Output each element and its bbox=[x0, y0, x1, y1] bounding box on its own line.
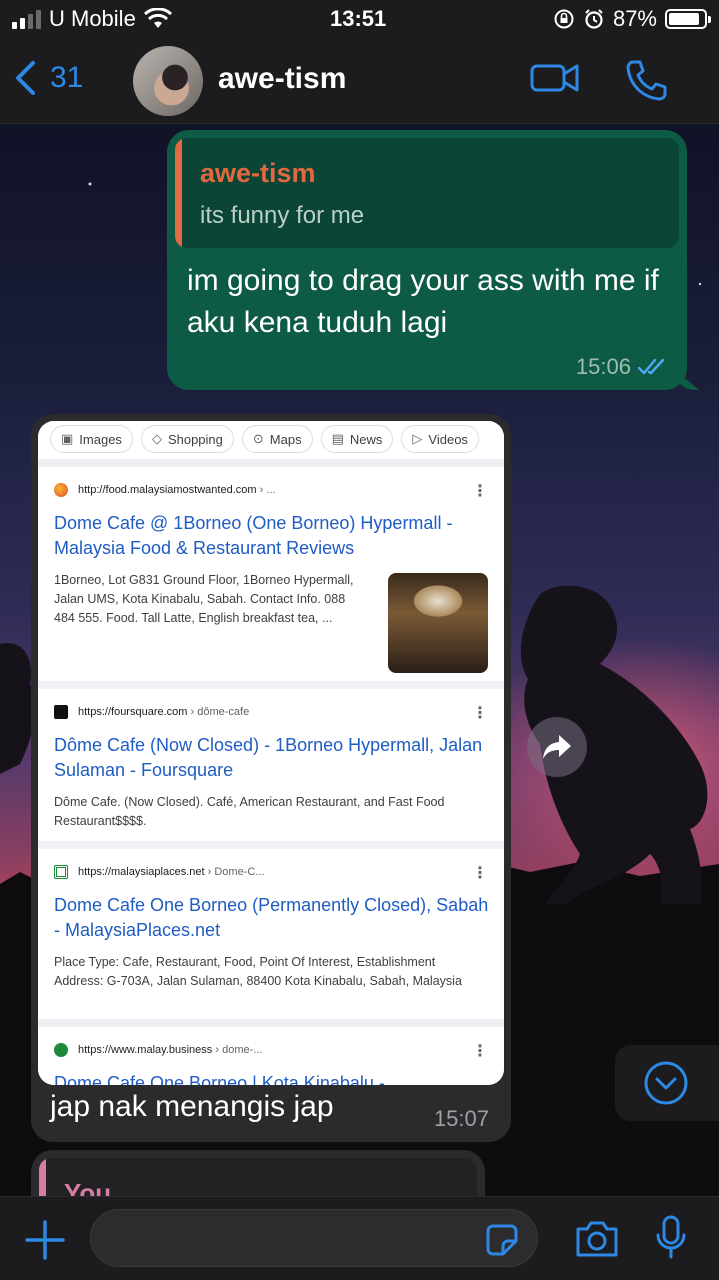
tab-label: Videos bbox=[428, 431, 468, 447]
message-input-bar bbox=[0, 1196, 719, 1280]
tab-videos: ▷ Videos bbox=[401, 425, 479, 453]
result-crumb: › dôme-cafe bbox=[190, 706, 250, 718]
carrier-name: U Mobile bbox=[49, 6, 136, 31]
message-text: im going to drag your ass with me if aku… bbox=[187, 264, 659, 339]
play-icon: ▷ bbox=[412, 431, 423, 446]
more-options-icon: ⋮ bbox=[472, 705, 488, 722]
favicon-icon bbox=[54, 1043, 68, 1057]
chat-header: 31 awe-tism bbox=[0, 40, 719, 124]
result-domain: https://www.malay.business bbox=[78, 1044, 213, 1056]
wifi-icon bbox=[143, 8, 172, 28]
battery-percent: 87% bbox=[612, 6, 657, 31]
scroll-to-bottom-button[interactable] bbox=[615, 1045, 719, 1121]
chevron-down-circle-icon bbox=[644, 1061, 688, 1105]
battery-icon bbox=[665, 9, 711, 29]
result-url: https://www.malay.business › dome-... bbox=[54, 1043, 262, 1057]
shared-screenshot-image[interactable]: ▣ Images ◇ Shopping ⊙ Maps ▤ News ▷ Videos ht… bbox=[38, 421, 504, 1085]
sticker-icon[interactable] bbox=[485, 1223, 519, 1257]
tab-maps: ⊙ Maps bbox=[241, 425, 313, 453]
back-button[interactable]: 31 bbox=[14, 60, 83, 96]
result-crumb: › Dome-C... bbox=[207, 866, 265, 878]
result-snippet: Place Type: Cafe, Restaurant, Food, Poin… bbox=[54, 955, 462, 988]
incoming-message[interactable]: ▣ Images ◇ Shopping ⊙ Maps ▤ News ▷ Videos ht… bbox=[31, 414, 511, 1142]
tag-icon: ◇ bbox=[151, 431, 162, 446]
camera-icon[interactable] bbox=[574, 1219, 620, 1259]
result-url: http://food.malaysiamostwanted.com › ... bbox=[54, 483, 275, 497]
unread-count: 31 bbox=[50, 61, 84, 94]
result-url: https://malaysiaplaces.net › Dome-C... bbox=[54, 865, 264, 879]
result-crumb: › dome-... bbox=[215, 1044, 263, 1056]
more-options-icon: ⋮ bbox=[472, 865, 488, 882]
contact-avatar[interactable] bbox=[133, 46, 203, 116]
favicon-icon bbox=[54, 865, 68, 879]
tab-label: Shopping bbox=[167, 431, 223, 447]
search-result: http://food.malaysiamostwanted.com › ...… bbox=[38, 467, 504, 681]
message-text: jap nak menangis jap bbox=[50, 1090, 334, 1123]
result-title: Dome Cafe One Borneo | Kota Kinabalu - bbox=[54, 1073, 385, 1085]
result-title: Dome Cafe One Borneo (Permanently Closed… bbox=[54, 895, 489, 940]
image-icon: ▣ bbox=[61, 431, 74, 446]
video-call-icon[interactable] bbox=[530, 58, 580, 98]
cellular-signal-icon bbox=[12, 9, 41, 29]
favicon-icon bbox=[54, 705, 68, 719]
contact-name[interactable]: awe-tism bbox=[218, 62, 346, 96]
tab-label: Images bbox=[79, 431, 122, 447]
forward-button[interactable] bbox=[527, 717, 587, 777]
tab-label: News bbox=[349, 431, 383, 447]
result-snippet: Dôme Cafe. (Now Closed). Café, American … bbox=[54, 795, 445, 828]
message-input[interactable] bbox=[90, 1209, 538, 1267]
result-domain: https://malaysiaplaces.net bbox=[78, 866, 205, 878]
rotation-lock-icon bbox=[554, 9, 574, 29]
tab-label: Maps bbox=[269, 431, 302, 447]
result-domain: http://food.malaysiamostwanted.com bbox=[78, 484, 257, 496]
quoted-author: awe-tism bbox=[200, 158, 316, 188]
quote-accent-bar bbox=[175, 138, 182, 248]
more-options-icon: ⋮ bbox=[472, 1043, 488, 1060]
microphone-icon[interactable] bbox=[654, 1215, 688, 1261]
newspaper-icon: ▤ bbox=[331, 431, 344, 446]
search-result: https://foursquare.com › dôme-cafe ⋮ Dôm… bbox=[38, 689, 504, 841]
quoted-text: its funny for me bbox=[200, 202, 365, 229]
chevron-left-icon bbox=[16, 61, 35, 95]
message-time: 15:06 bbox=[575, 354, 631, 379]
status-bar: U Mobile 13:51 87% bbox=[0, 0, 719, 40]
alarm-icon bbox=[585, 9, 603, 29]
tab-news: ▤ News bbox=[320, 425, 394, 453]
favicon-icon bbox=[54, 483, 68, 497]
message-meta: 15:06 bbox=[576, 354, 669, 380]
result-url: https://foursquare.com › dôme-cafe bbox=[54, 705, 249, 719]
result-title: Dôme Cafe (Now Closed) - 1Borneo Hyperma… bbox=[54, 735, 483, 780]
search-result: https://malaysiaplaces.net › Dome-C... ⋮… bbox=[38, 849, 504, 1019]
tab-shopping: ◇ Shopping bbox=[140, 425, 234, 453]
search-result: https://www.malay.business › dome-... ⋮ … bbox=[38, 1027, 504, 1085]
tab-images: ▣ Images bbox=[50, 425, 133, 453]
result-title: Dome Cafe @ 1Borneo (One Borneo) Hyperma… bbox=[54, 513, 453, 558]
phone-call-icon[interactable] bbox=[624, 58, 668, 102]
battery-level-fill bbox=[669, 13, 699, 25]
clock: 13:51 bbox=[330, 6, 387, 31]
result-snippet: 1Borneo, Lot G831 Ground Floor, 1Borneo … bbox=[54, 573, 354, 625]
result-domain: https://foursquare.com bbox=[78, 706, 188, 718]
forward-arrow-icon bbox=[543, 735, 571, 759]
plus-icon[interactable] bbox=[24, 1219, 66, 1261]
outgoing-message[interactable]: awe-tism its funny for me im going to dr… bbox=[167, 130, 687, 390]
message-time: 15:07 bbox=[433, 1106, 489, 1131]
search-tabs: ▣ Images ◇ Shopping ⊙ Maps ▤ News ▷ Videos bbox=[38, 421, 504, 459]
read-receipt-icon bbox=[637, 358, 665, 375]
more-options-icon: ⋮ bbox=[472, 483, 488, 500]
result-crumb: › ... bbox=[259, 484, 276, 496]
pin-icon: ⊙ bbox=[252, 431, 264, 446]
result-thumbnail bbox=[388, 573, 488, 673]
quoted-reply[interactable]: awe-tism its funny for me bbox=[175, 138, 679, 248]
